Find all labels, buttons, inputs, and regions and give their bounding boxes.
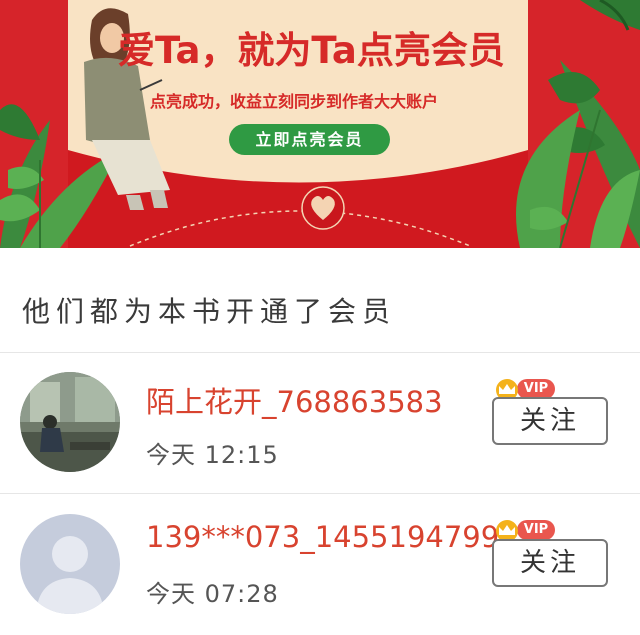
member-time: 今天 07:28 [146, 580, 279, 608]
activate-membership-button[interactable]: 立即点亮会员 [229, 124, 390, 155]
member-row: 陌上花开_768863583 今天 12:15 VIP 关注 [0, 353, 640, 493]
member-name[interactable]: 陌上花开_768863583 [146, 379, 443, 421]
banner-headline: 爱Ta，就为Ta点亮会员 [118, 29, 505, 72]
member-time: 今天 12:15 [146, 441, 279, 469]
member-row: 139***073_1455194799 今天 07:28 VIP 关注 [0, 494, 640, 634]
banner-subline: 点亮成功，收益立刻同步到作者大大账户 [150, 92, 439, 111]
section-title: 他们都为本书开通了会员 [22, 295, 397, 328]
follow-button[interactable]: 关注 [492, 397, 608, 445]
promo-banner[interactable]: 爱Ta，就为Ta点亮会员 点亮成功，收益立刻同步到作者大大账户 立即点亮会员 [0, 0, 640, 248]
avatar[interactable] [20, 514, 120, 614]
default-avatar-icon [20, 514, 120, 614]
follow-button[interactable]: 关注 [492, 539, 608, 587]
avatar-photo [20, 372, 120, 472]
member-name[interactable]: 139***073_1455194799 [146, 520, 499, 554]
avatar[interactable] [20, 372, 120, 472]
